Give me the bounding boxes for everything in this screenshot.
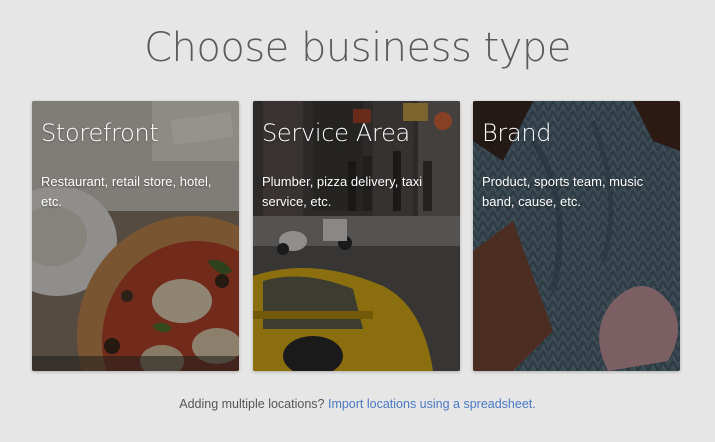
footer-text: Adding multiple locations? [179,397,325,411]
page-title: Choose business type [144,25,571,71]
card-title: Brand [482,119,552,147]
card-title: Service Area [262,119,410,147]
footer: Adding multiple locations? Import locati… [0,397,715,411]
storefront-card[interactable]: Storefront Restaurant, retail store, hot… [32,101,239,371]
service-area-card[interactable]: Service Area Plumber, pizza delivery, ta… [253,101,460,371]
card-description: Plumber, pizza delivery, taxi service, e… [262,174,423,209]
import-spreadsheet-link[interactable]: Import locations using a spreadsheet. [328,397,536,411]
card-description: Restaurant, retail store, hotel, etc. [41,174,212,209]
card-title: Storefront [41,119,159,147]
business-type-cards: Storefront Restaurant, retail store, hot… [32,101,680,371]
card-description: Product, sports team, music band, cause,… [482,174,644,209]
brand-card[interactable]: Brand Product, sports team, music band, … [473,101,680,371]
